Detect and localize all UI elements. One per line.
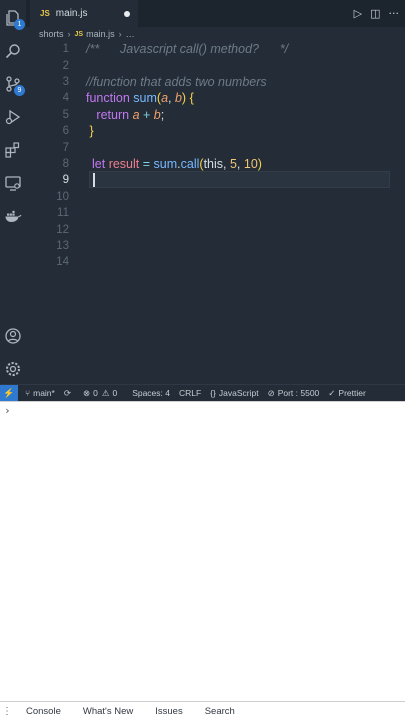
- branch-status[interactable]: ⑂ main*: [25, 388, 55, 398]
- activity-bar: 1 9: [0, 0, 26, 384]
- run-file-icon[interactable]: ▷: [354, 7, 362, 20]
- line-number: 14: [56, 256, 69, 269]
- line-number: 2: [62, 59, 69, 72]
- breadcrumb-folder[interactable]: shorts: [39, 29, 64, 39]
- status-bar: ⚡ ⑂ main* ⟳ ⊗ 0 ⚠ 0 Spaces: 4 CRLF {} Ja…: [0, 384, 405, 402]
- explorer-icon[interactable]: 1: [3, 8, 25, 30]
- code-comment-header: /** Javascript call() method? */: [86, 42, 289, 57]
- code-area[interactable]: 1 /** Javascript call() method? */ 2 3 /…: [26, 41, 405, 384]
- devtools-drawer-tabs: ⋮ Console What's New Issues Search: [0, 701, 405, 720]
- more-actions-icon[interactable]: ···: [389, 7, 400, 20]
- docker-icon[interactable]: [3, 206, 23, 226]
- source-control-badge: 9: [14, 85, 25, 96]
- line-number: 4: [62, 92, 69, 105]
- line-number-active: 9: [62, 174, 69, 187]
- code-call-statement: let result = sum.call(this, 5, 10): [92, 156, 262, 171]
- code-editor-window: 1 9 JS main.js ▷ ◫ ··· shorts › JS main.…: [0, 0, 405, 384]
- problems-status[interactable]: ⊗ 0 ⚠ 0: [83, 388, 117, 399]
- editor-actions: ▷ ◫ ···: [354, 0, 405, 27]
- breadcrumb-ellipsis[interactable]: …: [126, 29, 135, 39]
- remote-explorer-icon[interactable]: [3, 173, 23, 193]
- end-of-line-status[interactable]: CRLF: [179, 388, 201, 398]
- check-double-icon: ✓: [328, 387, 336, 398]
- sync-icon: ⟳: [63, 387, 71, 398]
- breadcrumb: shorts › JS main.js › …: [26, 27, 405, 41]
- source-control-icon[interactable]: 9: [3, 74, 25, 96]
- line-number: 5: [62, 108, 69, 121]
- line-number: 10: [56, 190, 69, 203]
- live-server-port[interactable]: ⊘ Port : 5500: [268, 388, 320, 399]
- tab-issues[interactable]: Issues: [155, 706, 182, 717]
- line-number: 13: [56, 239, 69, 252]
- code-function-declaration: function sum(a, b) {: [86, 91, 194, 106]
- error-count: 0: [93, 388, 98, 398]
- javascript-file-icon: JS: [74, 30, 84, 38]
- chevron-right-icon: ›: [67, 29, 71, 39]
- tab-search[interactable]: Search: [205, 706, 235, 717]
- run-debug-icon[interactable]: [3, 107, 23, 127]
- branch-name: main*: [33, 388, 55, 398]
- extensions-icon[interactable]: [3, 140, 23, 160]
- split-editor-icon[interactable]: ◫: [370, 7, 380, 20]
- explorer-badge: 1: [14, 19, 25, 30]
- line-number: 8: [62, 157, 69, 170]
- indentation-status[interactable]: Spaces: 4: [132, 388, 170, 398]
- drawer-menu-icon[interactable]: ⋮: [0, 706, 14, 717]
- unsaved-dot-icon[interactable]: [124, 11, 130, 17]
- javascript-file-icon: JS: [40, 8, 50, 18]
- line-number: 7: [62, 141, 69, 154]
- git-branch-icon: ⑂: [25, 388, 31, 398]
- console-prompt-icon[interactable]: ›: [4, 404, 11, 417]
- line-number: 11: [57, 207, 69, 220]
- console-panel[interactable]: ›: [0, 401, 405, 701]
- settings-gear-icon[interactable]: [3, 359, 23, 379]
- line-number: 1: [62, 43, 69, 56]
- code-closing-brace: }: [86, 124, 94, 139]
- remote-indicator-icon[interactable]: ⚡: [0, 384, 18, 402]
- chevron-right-icon: ›: [118, 29, 122, 39]
- line-number: 3: [62, 75, 69, 88]
- prettier-status[interactable]: ✓ Prettier: [328, 388, 366, 399]
- editor-tab-bar: JS main.js ▷ ◫ ···: [26, 0, 405, 27]
- code-comment-function: //function that adds two numbers: [86, 74, 267, 89]
- tab-console[interactable]: Console: [26, 706, 61, 717]
- tab-whats-new[interactable]: What's New: [83, 706, 133, 717]
- sync-status[interactable]: ⟳: [64, 388, 74, 399]
- warning-icon: ⚠: [101, 387, 110, 398]
- account-icon[interactable]: [3, 326, 23, 346]
- warning-count: 0: [112, 388, 118, 398]
- breadcrumb-file[interactable]: main.js: [86, 29, 115, 39]
- tab-main-js[interactable]: JS main.js: [30, 0, 138, 27]
- error-icon: ⊗: [82, 387, 91, 398]
- tab-filename: main.js: [55, 7, 88, 19]
- language-mode[interactable]: {} JavaScript: [210, 388, 258, 398]
- line-number: 12: [56, 223, 69, 236]
- broadcast-icon: ⊘: [267, 387, 275, 398]
- braces-icon: {}: [210, 388, 216, 398]
- search-icon[interactable]: [3, 41, 23, 61]
- code-return-statement: return a + b;: [96, 107, 165, 122]
- line-number: 6: [62, 125, 69, 138]
